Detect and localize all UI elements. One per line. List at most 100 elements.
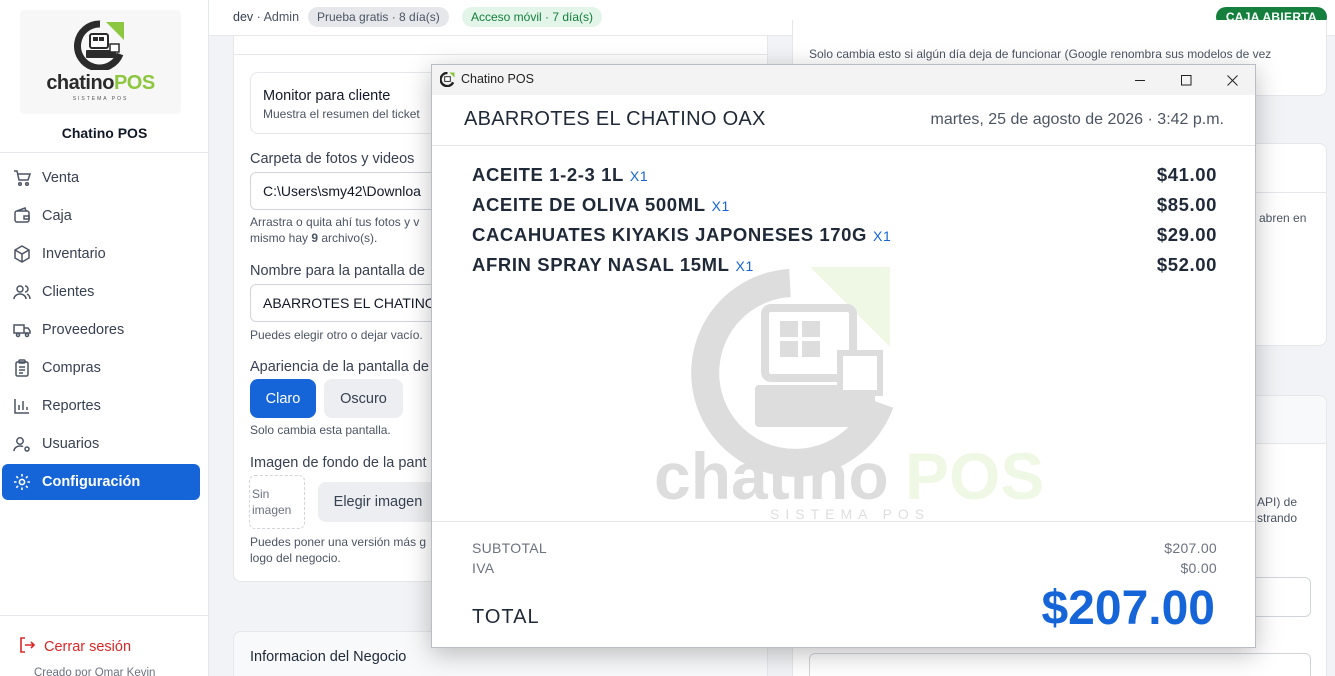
background-image-help: Puedes poner una versión más g logo del n… <box>250 535 427 565</box>
ticket-item: ACEITE 1-2-3 1L X1 $41.00 <box>472 164 1217 188</box>
item-name: AFRIN SPRAY NASAL 15ML <box>472 254 730 275</box>
box-icon <box>13 245 31 263</box>
mobile-access-badge: Acceso móvil · 7 día(s) <box>462 7 603 27</box>
nav-compras[interactable]: Compras <box>2 350 200 386</box>
nav-label: Usuarios <box>42 436 100 452</box>
item-name: ACEITE DE OLIVA 500ML <box>472 194 706 215</box>
close-icon <box>1226 74 1238 86</box>
sidebar: chatinoPOS SISTEMA POS Chatino POS Venta… <box>0 0 209 676</box>
customer-monitor-toggle[interactable]: Monitor para cliente Muestra el resumen … <box>250 72 450 134</box>
screen-name-label: Nombre para la pantalla de <box>250 263 425 279</box>
app-icon <box>440 72 455 87</box>
item-qty: X1 <box>735 258 754 274</box>
subtotal-row: SUBTOTAL $207.00 <box>472 540 1217 556</box>
appearance-label: Apariencia de la pantalla de <box>250 359 429 375</box>
item-price: $85.00 <box>1156 194 1217 215</box>
item-price: $29.00 <box>1156 224 1217 245</box>
watermark-text: chatino <box>654 439 889 513</box>
customer-display-window: Chatino POS ABARROTES EL CHATINO OAX mar… <box>431 64 1256 648</box>
item-price: $41.00 <box>1156 164 1217 185</box>
right-card-text: abren en <box>1259 211 1307 225</box>
appearance-help: Solo cambia esta pantalla. <box>250 423 391 437</box>
store-name: ABARROTES EL CHATINO OAX <box>464 108 766 130</box>
minimize-button[interactable] <box>1117 65 1163 95</box>
watermark-subtitle: SISTEMA POS <box>770 506 930 522</box>
background-image-preview: Sin imagen <box>249 475 305 529</box>
wallet-icon <box>13 207 31 225</box>
item-price: $52.00 <box>1156 254 1217 275</box>
subtotal-value: $207.00 <box>1164 540 1217 556</box>
api-card-text: API) de strando <box>1257 495 1298 525</box>
truck-icon <box>13 321 31 339</box>
datetime: martes, 25 de agosto de 2026 · 3:42 p.m. <box>930 111 1224 128</box>
app-logo: chatinoPOS SISTEMA POS <box>20 10 181 114</box>
nav-proveedores[interactable]: Proveedores <box>2 312 200 348</box>
item-name: ACEITE 1-2-3 1L <box>472 164 624 185</box>
close-button[interactable] <box>1209 65 1255 95</box>
monitor-title: Monitor para cliente <box>263 88 391 104</box>
item-qty: X1 <box>873 228 892 244</box>
nav-configuracion[interactable]: Configuración <box>2 464 200 500</box>
item-qty: X1 <box>711 198 730 214</box>
clipboard-icon <box>13 359 31 377</box>
monitor-description: Muestra el resumen del ticket <box>263 107 420 121</box>
photos-folder-help: Arrastra o quita ahí tus fotos y v mismo … <box>250 215 420 245</box>
window-titlebar[interactable]: Chatino POS <box>432 65 1255 95</box>
theme-dark-button[interactable]: Oscuro <box>324 379 403 418</box>
total-value: $207.00 <box>1041 582 1215 635</box>
business-info-title: Informacion del Negocio <box>250 649 407 665</box>
nav-label: Inventario <box>42 246 106 262</box>
logo-subtitle: SISTEMA POS <box>72 96 129 102</box>
logout-button[interactable]: Cerrar sesión <box>18 636 131 658</box>
screen-name-input[interactable]: ABARROTES EL CHATINO <box>250 284 450 322</box>
pos-terminal-icon <box>74 20 124 70</box>
nav-label: Proveedores <box>42 322 125 338</box>
item-qty: X1 <box>629 168 649 184</box>
theme-light-button[interactable]: Claro <box>250 379 316 418</box>
nav-clientes[interactable]: Clientes <box>2 274 200 310</box>
nav-label: Compras <box>42 360 101 376</box>
iva-value: $0.00 <box>1180 560 1217 576</box>
user-gear-icon <box>13 435 31 453</box>
nav-label: Caja <box>42 208 72 224</box>
logout-label: Cerrar sesión <box>44 639 132 655</box>
pos-terminal-icon: chatino POS SISTEMA POS <box>654 267 1044 522</box>
credits: Creado por Omar Kevin <box>34 667 156 676</box>
api-field-input[interactable] <box>809 653 1311 676</box>
divider <box>0 615 209 616</box>
nav-label: Venta <box>42 170 80 186</box>
cart-icon <box>13 169 31 187</box>
window-title: Chatino POS <box>461 72 534 86</box>
choose-image-button[interactable]: Elegir imagen <box>318 482 438 522</box>
item-name: CACAHUATES KIYAKIS JAPONESES 170G <box>472 224 868 245</box>
nav-usuarios[interactable]: Usuarios <box>2 426 200 462</box>
total-label: TOTAL <box>472 606 540 628</box>
bar-chart-icon <box>13 397 31 415</box>
logo-wordmark: chatinoPOS <box>46 72 155 94</box>
divider <box>432 521 1255 522</box>
divider <box>432 145 1255 146</box>
divider <box>234 54 767 55</box>
nav-reportes[interactable]: Reportes <box>2 388 200 424</box>
nav-inventario[interactable]: Inventario <box>2 236 200 272</box>
photos-folder-input[interactable]: C:\Users\smy42\Downloa <box>250 172 450 210</box>
gear-icon <box>13 473 31 491</box>
users-icon <box>13 283 31 301</box>
ai-model-help: Solo cambia esto si algún día deja de fu… <box>809 47 1272 61</box>
watermark-pos: POS <box>905 439 1044 513</box>
minimize-icon <box>1134 79 1145 81</box>
trial-badge: Prueba gratis · 8 día(s) <box>308 7 449 27</box>
photos-folder-label: Carpeta de fotos y videos <box>250 151 415 167</box>
screen-name-help: Puedes elegir otro o dejar vacío. <box>250 328 423 342</box>
current-user: dev · Admin <box>233 10 300 24</box>
brand-name: Chatino POS <box>61 125 148 141</box>
nav-label: Reportes <box>42 398 101 414</box>
background-image-label: Imagen de fondo de la pant <box>250 455 427 471</box>
nav-venta[interactable]: Venta <box>2 160 200 196</box>
nav-caja[interactable]: Caja <box>2 198 200 234</box>
maximize-icon <box>1180 74 1191 85</box>
iva-row: IVA $0.00 <box>472 560 1217 576</box>
subtotal-label: SUBTOTAL <box>472 540 548 556</box>
maximize-button[interactable] <box>1163 65 1209 95</box>
nav-label: Configuración <box>42 474 141 490</box>
